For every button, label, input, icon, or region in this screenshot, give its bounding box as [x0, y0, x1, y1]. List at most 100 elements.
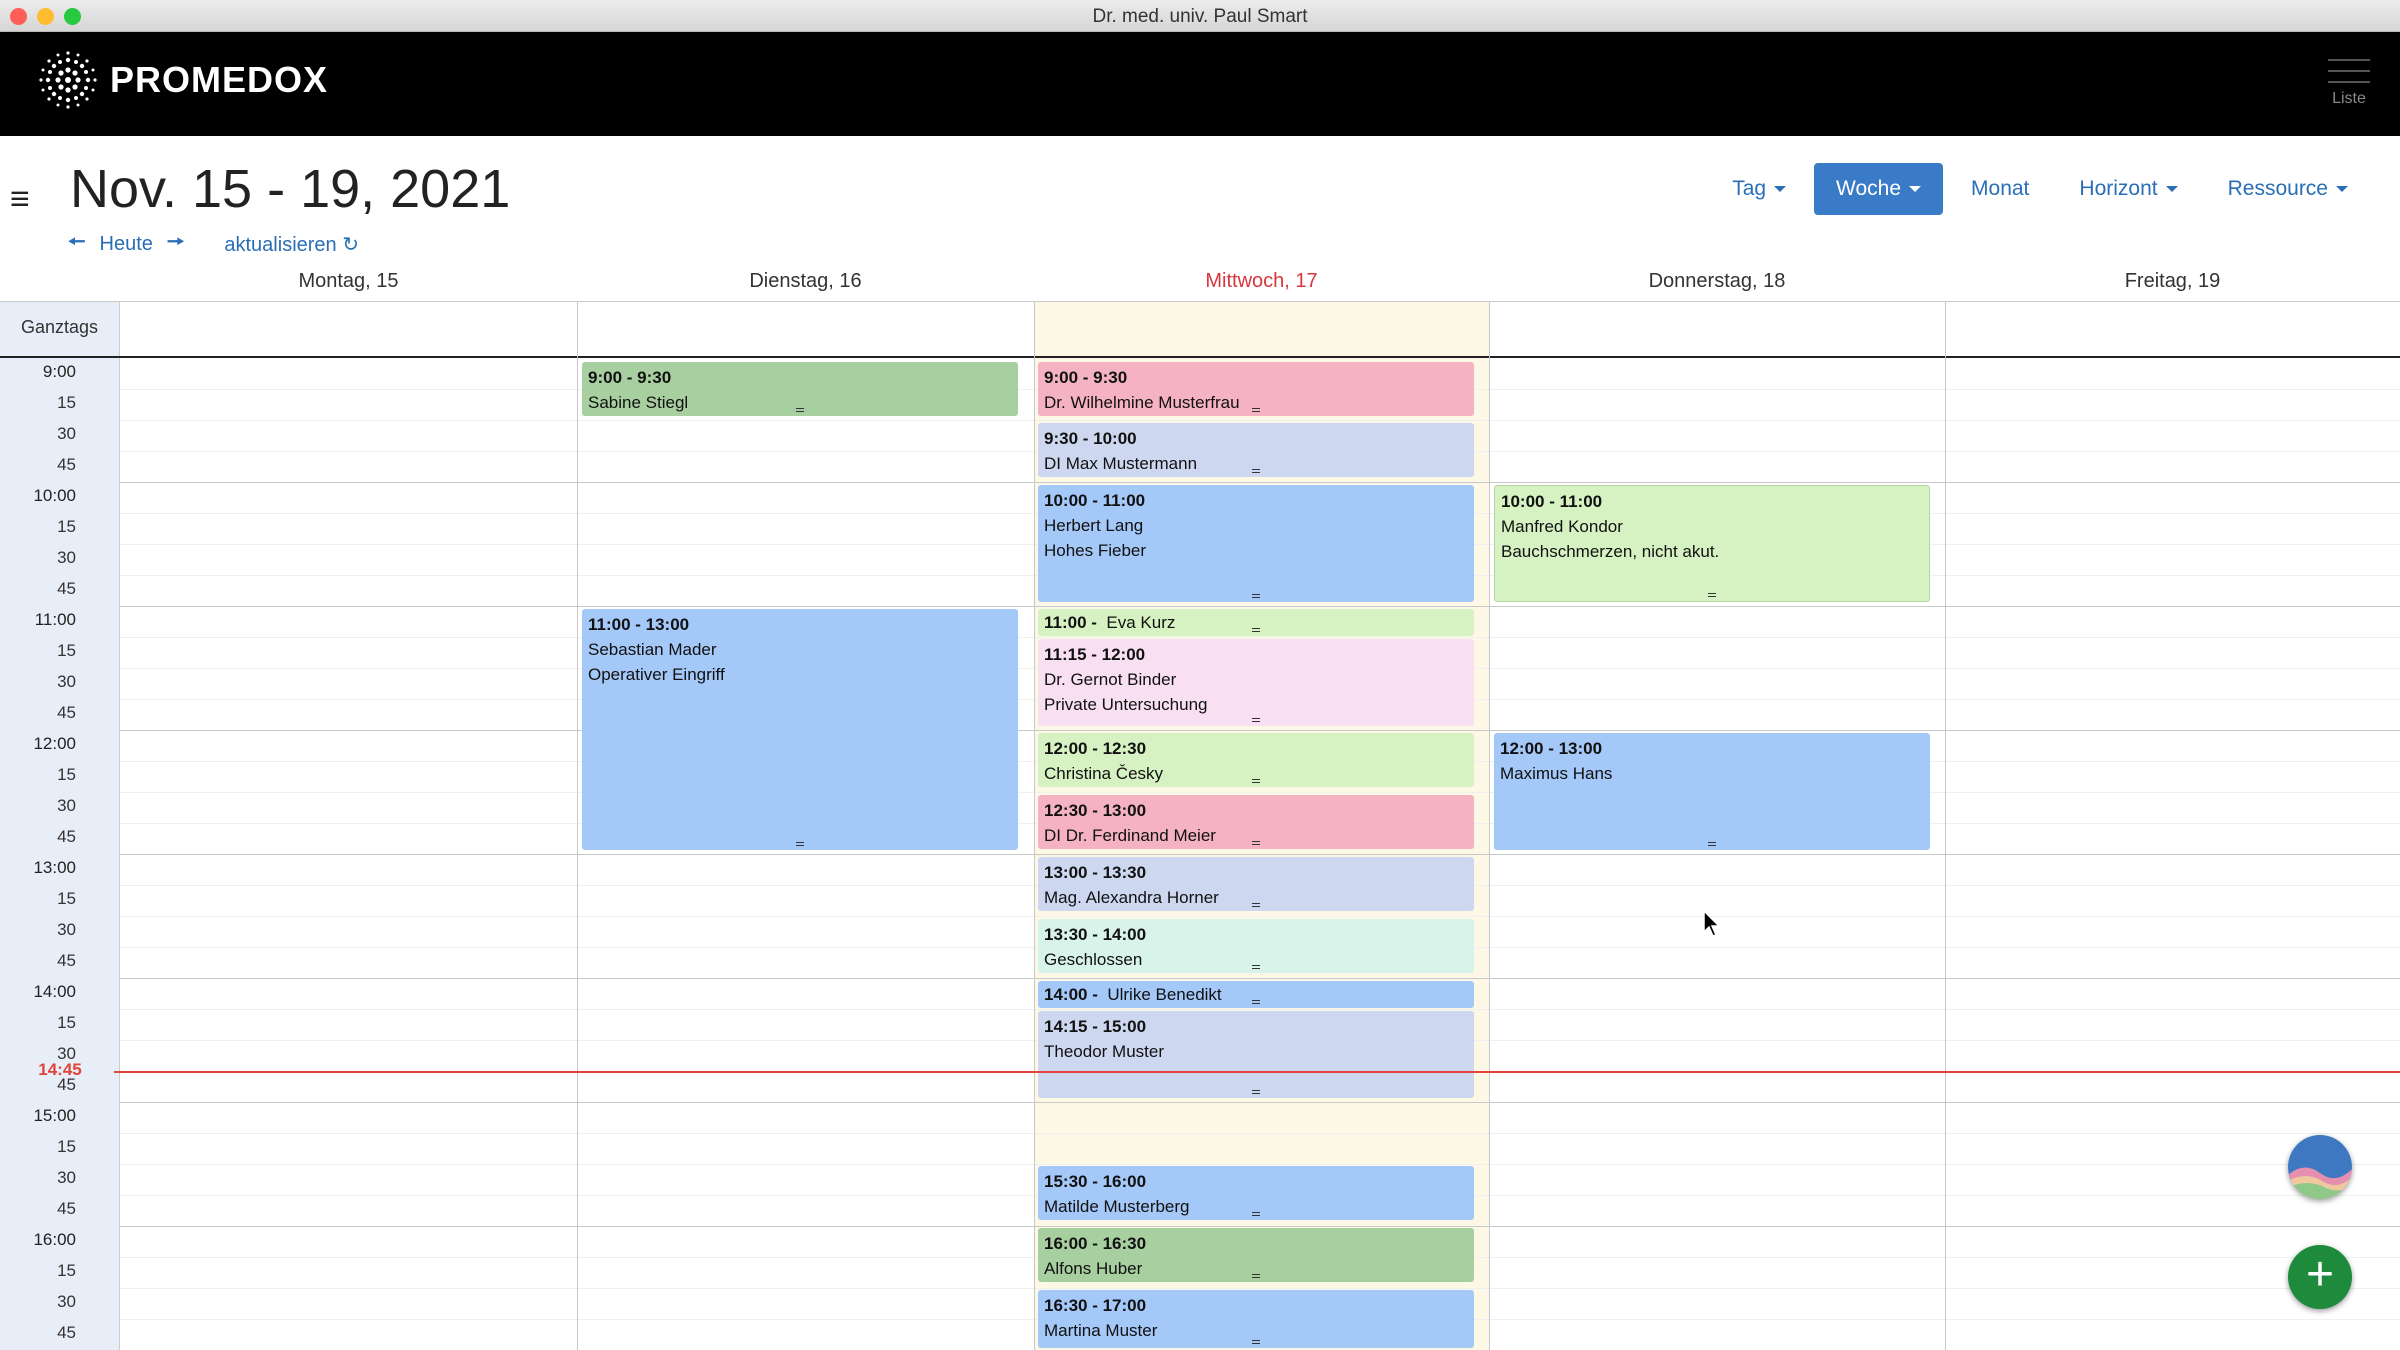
time-label: 45: [57, 455, 76, 474]
resize-handle[interactable]: [1252, 1090, 1260, 1094]
appointment[interactable]: 16:00 - 16:30 Alfons Huber: [1038, 1228, 1474, 1282]
grid-top-border: [0, 301, 2400, 302]
window-titlebar: Dr. med. univ. Paul Smart: [0, 0, 2400, 32]
appointment[interactable]: 14:00 - Ulrike Benedikt: [1038, 981, 1474, 1008]
resize-handle[interactable]: [1252, 628, 1260, 632]
resize-handle[interactable]: [1252, 594, 1260, 598]
resize-handle[interactable]: [1252, 469, 1260, 473]
appointment[interactable]: 9:00 - 9:30 Sabine Stiegl: [582, 362, 1018, 416]
time-label: 30: [57, 796, 76, 815]
resize-handle[interactable]: [1252, 1000, 1260, 1004]
time-label: 10:00: [33, 486, 76, 505]
next-arrow-icon[interactable]: 🠖: [167, 227, 185, 261]
appointment[interactable]: 12:00 - 13:00 Maximus Hans: [1494, 733, 1930, 850]
resize-handle[interactable]: [1252, 408, 1260, 412]
resize-handle[interactable]: [1252, 903, 1260, 907]
time-label: 16:00: [33, 1230, 76, 1249]
chart-waves-icon: [2288, 1135, 2352, 1199]
quarter-line: [120, 1164, 2400, 1165]
promedox-logo-icon: [39, 51, 97, 109]
view-month-button[interactable]: Monat: [1949, 163, 2051, 215]
list-view-toggle[interactable]: Liste: [2328, 50, 2370, 108]
app-navbar: PROMEDOX Liste: [0, 32, 2400, 136]
mouse-cursor-icon: [1703, 910, 1721, 937]
view-week-button[interactable]: Woche: [1814, 163, 1944, 215]
quarter-line: [120, 637, 2400, 638]
brand-logo[interactable]: PROMEDOX: [38, 50, 328, 110]
view-horizon-button[interactable]: Horizont: [2057, 163, 2199, 215]
time-label: 45: [57, 1075, 76, 1094]
day-divider: [1489, 302, 1490, 1350]
resize-handle[interactable]: [1252, 1340, 1260, 1344]
resize-handle[interactable]: [796, 842, 804, 846]
time-label: 30: [57, 1168, 76, 1187]
appointment[interactable]: 11:15 - 12:00 Dr. Gernot Binder Private Un…: [1038, 639, 1474, 726]
appointment[interactable]: 16:30 - 17:00 Martina Muster: [1038, 1290, 1474, 1348]
view-day-button[interactable]: Tag: [1710, 163, 1808, 215]
brand-name: PROMEDOX: [110, 59, 329, 100]
time-label: 15: [57, 889, 76, 908]
hour-line: [120, 482, 2400, 483]
hamburger-menu-icon[interactable]: ≡: [10, 180, 30, 219]
chevron-down-icon: [2336, 186, 2348, 193]
time-label: 15: [57, 1013, 76, 1032]
time-label: 13:00: [33, 858, 76, 877]
day-header-wednesday: Mittwoch, 17: [1205, 270, 1318, 292]
quarter-line: [120, 420, 2400, 421]
refresh-button[interactable]: aktualisieren ↻: [224, 232, 359, 257]
time-label: 30: [57, 424, 76, 443]
appointment[interactable]: 9:00 - 9:30 Dr. Wilhelmine Musterfrau: [1038, 362, 1474, 416]
time-label: 45: [57, 1323, 76, 1342]
chevron-down-icon: [2165, 186, 2178, 193]
day-header-monday: Montag, 15: [298, 270, 399, 292]
resize-handle[interactable]: [1252, 1274, 1260, 1278]
appointment[interactable]: 14:15 - 15:00 Theodor Muster: [1038, 1011, 1474, 1098]
appointment[interactable]: 10:00 - 11:00 Manfred Kondor Bauchschmerze…: [1494, 485, 1930, 602]
quarter-line: [120, 1009, 2400, 1010]
chevron-down-icon: [1909, 186, 1922, 193]
appointment[interactable]: 9:30 - 10:00 DI Max Mustermann: [1038, 423, 1474, 477]
appointment[interactable]: 15:30 - 16:00 Matilde Musterberg: [1038, 1166, 1474, 1220]
hour-line: [120, 1226, 2400, 1227]
appointment[interactable]: 10:00 - 11:00 Herbert Lang Hohes Fieber: [1038, 485, 1474, 602]
time-label: 15: [57, 1261, 76, 1280]
hour-line: [120, 606, 2400, 607]
time-label: 14:00: [33, 982, 76, 1001]
quarter-line: [120, 792, 2400, 793]
resize-handle[interactable]: [1252, 965, 1260, 969]
time-label: 15: [57, 393, 76, 412]
resize-handle[interactable]: [1708, 842, 1716, 846]
appointment[interactable]: 11:00 - 13:00 Sebastian Mader Operativer E…: [582, 609, 1018, 850]
resize-handle[interactable]: [1252, 1212, 1260, 1216]
statistics-button[interactable]: [2288, 1135, 2352, 1199]
today-button[interactable]: Heute: [100, 233, 153, 256]
time-label: 30: [57, 920, 76, 939]
time-label: 45: [57, 827, 76, 846]
resize-handle[interactable]: [1252, 779, 1260, 783]
chevron-down-icon: [1774, 186, 1787, 193]
time-label: 9:00: [42, 362, 76, 381]
appointment[interactable]: 13:30 - 14:00 Geschlossen: [1038, 919, 1474, 973]
resize-handle[interactable]: [1708, 593, 1716, 597]
quarter-line: [120, 916, 2400, 917]
resize-handle[interactable]: [1252, 718, 1260, 722]
add-appointment-button[interactable]: +: [2288, 1245, 2352, 1309]
time-label: 45: [57, 1199, 76, 1218]
appointment[interactable]: 11:00 - Eva Kurz: [1038, 609, 1474, 636]
plus-icon: +: [2305, 1248, 2335, 1301]
appointment[interactable]: 12:30 - 13:00 DI Dr. Ferdinand Meier: [1038, 795, 1474, 849]
day-header-friday: Freitag, 19: [2124, 270, 2221, 292]
time-label: 15: [57, 765, 76, 784]
hour-line: [120, 854, 2400, 855]
resize-handle[interactable]: [1252, 841, 1260, 845]
resize-handle[interactable]: [796, 408, 804, 412]
prev-arrow-icon[interactable]: 🠔: [68, 227, 86, 261]
time-label: 45: [57, 579, 76, 598]
view-resource-button[interactable]: Ressource: [2206, 163, 2370, 215]
appointment[interactable]: 13:00 - 13:30 Mag. Alexandra Horner: [1038, 857, 1474, 911]
time-label: 12:00: [33, 734, 76, 753]
time-label: 15:00: [33, 1106, 76, 1125]
day-divider: [577, 302, 578, 1350]
time-label: 30: [57, 672, 76, 691]
appointment[interactable]: 12:00 - 12:30 Christina Česky: [1038, 733, 1474, 787]
